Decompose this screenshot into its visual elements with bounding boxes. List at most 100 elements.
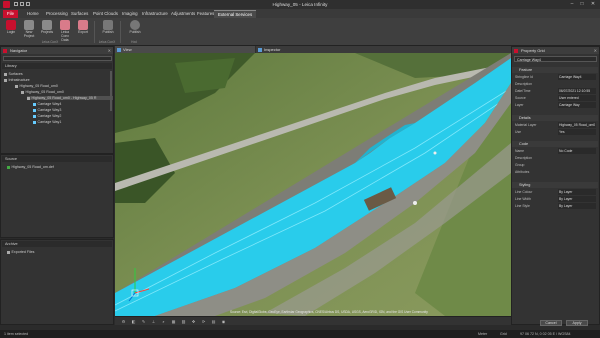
navigator-icon xyxy=(3,48,7,53)
ribbon-group-label: Hxd xyxy=(131,40,137,44)
layer-dropdown[interactable]: Carriage Way xyxy=(558,102,596,108)
window-title: Highway_05 - Leica Infinity xyxy=(272,2,328,7)
material-layer-field[interactable]: Highway_05 Road_om0 xyxy=(558,122,596,128)
close-icon[interactable]: ✕ xyxy=(108,47,111,54)
line-icon xyxy=(33,120,36,124)
feature-section-header[interactable]: Feature xyxy=(512,67,598,73)
source-header: Source xyxy=(2,156,112,162)
surface-icon xyxy=(27,96,30,100)
property-row: Line Width By Layer xyxy=(512,196,598,202)
zone-indicator[interactable]: Grid xyxy=(500,330,507,338)
publish-button[interactable]: Publish xyxy=(100,20,116,35)
ribbon-tabs: File Home Processing Surfaces Point Clou… xyxy=(0,9,600,18)
archive-panel: Archive Exported Files xyxy=(0,239,114,325)
property-grid-header: Property Grid ✕ xyxy=(512,47,599,54)
view-toolbar: ⚙ ◧ ✎ ⊥ ⌕ ▦ ▨ ✥ ⟳ ▤ ◉ xyxy=(115,316,511,325)
file-icon xyxy=(7,165,10,169)
source-field[interactable]: User entered xyxy=(558,95,596,101)
tree-item-carriage-way-1[interactable]: Carriage Way1 xyxy=(33,120,61,124)
new-project-button[interactable]: New Project xyxy=(21,20,37,39)
minimize-icon[interactable]: – xyxy=(568,1,576,7)
measure-icon[interactable]: ⊥ xyxy=(151,319,156,324)
tab-point-clouds[interactable]: Point Clouds xyxy=(89,10,122,18)
ribbon: Login New Project Projects Leica Conx Da… xyxy=(0,18,600,46)
property-row: Name No Code xyxy=(512,148,598,154)
units-indicator[interactable]: Meter xyxy=(478,330,487,338)
cancel-button[interactable]: Cancel xyxy=(540,320,562,326)
selected-object-dropdown[interactable]: Carriage Way4 xyxy=(514,56,597,62)
orbit-icon[interactable]: ⟳ xyxy=(201,319,206,324)
property-row: Layer Carriage Way xyxy=(512,102,598,108)
archive-item[interactable]: Exported Files xyxy=(7,250,34,254)
conx-data-icon xyxy=(60,20,70,30)
vehicle xyxy=(413,201,417,205)
stringline-id-field[interactable]: Carriage Way4 xyxy=(558,74,596,80)
map-viewport[interactable]: Source: Esri, DigitalGlobe, GeoEye, Eart… xyxy=(115,53,511,316)
view-icon xyxy=(117,47,121,52)
tree-item-carriage-way-4[interactable]: Carriage Way4 xyxy=(33,102,61,106)
tree-item-road[interactable]: Highway_05 Road_om0 xyxy=(15,84,58,88)
tree-item-surfaces[interactable]: Surfaces xyxy=(4,72,23,76)
publish-hxd-button[interactable]: Publish xyxy=(127,20,143,35)
details-section-header[interactable]: Details xyxy=(512,115,598,121)
line-colour-dropdown[interactable]: By Layer xyxy=(558,189,596,195)
tree-item-road-model[interactable]: Highway_05 Road_om0 xyxy=(21,90,64,94)
style-icon[interactable]: ▨ xyxy=(181,319,186,324)
export-button[interactable]: Export xyxy=(75,20,91,35)
source-panel: Source Highway_05 Road_om.def xyxy=(0,154,114,238)
tab-home[interactable]: Home xyxy=(23,10,43,18)
projects-button[interactable]: Projects xyxy=(39,20,55,35)
close-icon[interactable]: ✕ xyxy=(589,1,597,7)
code-name-dropdown[interactable]: No Code xyxy=(558,148,596,154)
tree-item-carriage-way-2[interactable]: Carriage Way2 xyxy=(33,114,61,118)
property-row: Line Style By Layer xyxy=(512,203,598,209)
line-icon xyxy=(33,102,36,106)
maximize-icon[interactable]: □ xyxy=(578,1,586,7)
datetime-field[interactable]: 06/07/2021 12:10:55 xyxy=(558,88,596,94)
code-section-header[interactable]: Code xyxy=(512,141,598,147)
styling-section-header[interactable]: Styling xyxy=(512,182,598,188)
tab-view[interactable]: View xyxy=(115,46,255,53)
inspector-icon xyxy=(258,47,262,52)
property-row: Use Yes xyxy=(512,129,598,135)
vehicle xyxy=(433,151,437,155)
folder-icon xyxy=(4,78,7,82)
property-row: Source User entered xyxy=(512,95,598,101)
property-row: Line Colour By Layer xyxy=(512,189,598,195)
navigator-search-input[interactable] xyxy=(3,56,112,61)
login-button[interactable]: Login xyxy=(3,20,19,35)
tab-inspector[interactable]: Inspector xyxy=(256,46,511,53)
map-icon[interactable]: ▤ xyxy=(211,319,216,324)
tab-external-services[interactable]: External Services xyxy=(214,10,257,18)
tree-item-infrastructure[interactable]: Infrastructure xyxy=(4,78,30,82)
navigator-header: Navigator ✕ xyxy=(1,47,113,54)
publish-icon xyxy=(103,20,113,30)
pan-icon[interactable]: ✥ xyxy=(191,319,196,324)
aerial-view[interactable] xyxy=(115,53,511,316)
ribbon-group-label: Leica ConX xyxy=(41,40,59,44)
apply-button[interactable]: Apply xyxy=(566,320,588,326)
scrollbar[interactable] xyxy=(110,71,112,111)
document-tabs: View Inspector xyxy=(115,46,511,53)
settings-icon[interactable]: ⚙ xyxy=(121,319,126,324)
ribbon-group-label: Leica ConX xyxy=(98,40,116,44)
new-project-icon xyxy=(24,20,34,30)
draw-icon[interactable]: ✎ xyxy=(141,319,146,324)
line-width-dropdown[interactable]: By Layer xyxy=(558,196,596,202)
source-item[interactable]: Highway_05 Road_om.def xyxy=(7,165,54,169)
tab-file[interactable]: File xyxy=(3,10,19,18)
close-icon[interactable]: ✕ xyxy=(594,47,597,54)
line-style-dropdown[interactable]: By Layer xyxy=(558,203,596,209)
library-header: Library xyxy=(2,63,112,69)
login-icon xyxy=(6,20,16,30)
layers-icon[interactable]: ▦ xyxy=(171,319,176,324)
projects-icon xyxy=(42,20,52,30)
property-row: Attributes xyxy=(515,170,530,174)
tree-item-carriage-way-3[interactable]: Carriage Way3 xyxy=(33,108,61,112)
use-field[interactable]: Yes xyxy=(558,129,596,135)
tree-item-road-surface[interactable]: Highway_05 Road_om0 - Highway_05 R xyxy=(27,96,113,100)
zoom-icon[interactable]: ⌕ xyxy=(161,319,166,324)
property-row: Stringline Id Carriage Way4 xyxy=(512,74,598,80)
select-icon[interactable]: ◧ xyxy=(131,319,136,324)
camera-icon[interactable]: ◉ xyxy=(221,319,226,324)
